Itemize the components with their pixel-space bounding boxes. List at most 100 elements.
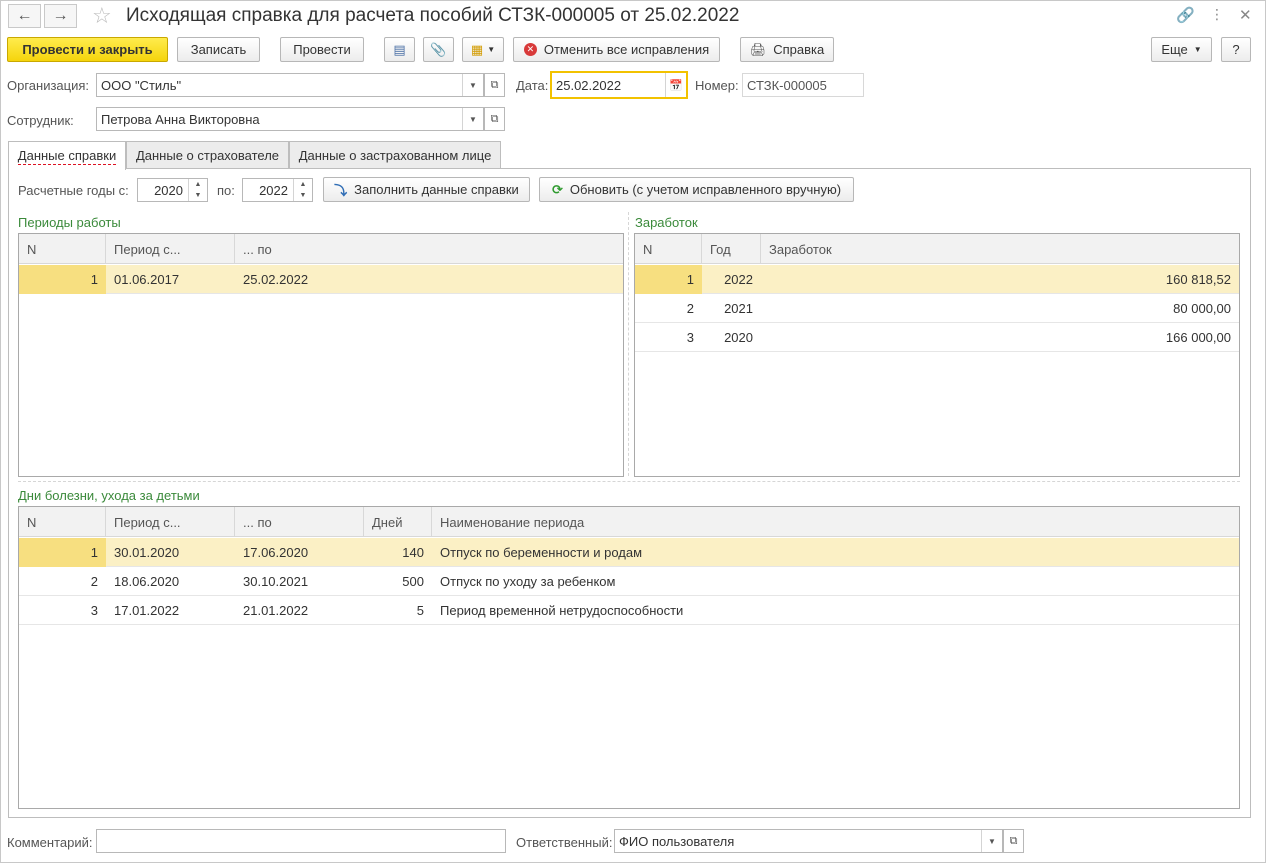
period-to: 25.02.2022 xyxy=(243,272,309,287)
post-button[interactable]: Провести xyxy=(280,37,364,62)
period-from: 01.06.2017 xyxy=(114,272,180,287)
fill-certificate-label: Заполнить данные справки xyxy=(354,182,519,197)
period-to: 21.01.2022 xyxy=(243,603,309,618)
spinner-arrows-icon[interactable]: ▲ ▼ xyxy=(188,179,207,201)
column-header[interactable]: Год xyxy=(702,234,761,264)
sick-days-table[interactable]: N Период с... ... по Дней Наименование п… xyxy=(18,506,1240,809)
open-window-icon: ⧉ xyxy=(490,112,499,125)
print-help-button[interactable]: 🖨 Справка xyxy=(740,37,834,62)
table-header: N Период с... ... по xyxy=(19,234,623,264)
period-name: Период временной нетрудоспособности xyxy=(440,603,684,618)
column-header[interactable]: Период с... xyxy=(106,507,235,537)
table-header: N Период с... ... по Дней Наименование п… xyxy=(19,507,1239,537)
save-button[interactable]: Записать xyxy=(177,37,260,62)
tab-insurer-data[interactable]: Данные о страхователе xyxy=(126,141,289,169)
document-list-button[interactable]: ▤ xyxy=(384,37,415,62)
fill-certificate-button[interactable]: ⤵ Заполнить данные справки xyxy=(323,177,530,202)
date-label: Дата: xyxy=(516,78,549,93)
employee-field[interactable]: Петрова Анна Викторовна ▼ xyxy=(96,107,484,131)
cancel-all-fixes-button[interactable]: ✕ Отменить все исправления xyxy=(513,37,720,62)
row-number: 2 xyxy=(90,574,98,589)
row-number: 3 xyxy=(686,330,694,345)
chevron-down-icon: ▼ xyxy=(1193,45,1202,54)
close-icon[interactable]: ✕ xyxy=(1239,6,1252,24)
earnings-title: Заработок xyxy=(635,215,698,230)
responsible-open-button[interactable]: ⧉ xyxy=(1003,829,1024,853)
calendar-icon[interactable]: 📅 xyxy=(665,73,686,97)
responsible-field[interactable]: ФИО пользователя ▼ xyxy=(614,829,1003,853)
table-row[interactable]: 2 2021 80 000,00 xyxy=(635,294,1239,323)
table-row[interactable]: 1 01.06.2017 25.02.2022 xyxy=(19,265,623,294)
amount-cell: 160 818,52 xyxy=(1165,272,1231,287)
period-name: Отпуск по уходу за ребенком xyxy=(440,574,616,589)
days-cell: 140 xyxy=(402,545,424,560)
earnings-table[interactable]: N Год Заработок 1 2022 160 818,52 2 2021… xyxy=(634,233,1240,477)
table-header: N Год Заработок xyxy=(635,234,1239,264)
open-window-icon: ⧉ xyxy=(1009,834,1018,847)
document-create-icon: ▦ xyxy=(470,41,484,57)
chevron-down-icon[interactable]: ▼ xyxy=(981,830,1002,852)
days-cell: 500 xyxy=(402,574,424,589)
table-row[interactable]: 1 30.01.2020 17.06.2020 140 Отпуск по бе… xyxy=(19,538,1239,567)
cancel-all-fixes-label: Отменить все исправления xyxy=(543,42,710,57)
tab-certificate-data[interactable]: Данные справки xyxy=(8,141,126,170)
arrow-left-icon: ← xyxy=(16,7,33,24)
fill-arrow-icon: ⤵ xyxy=(334,183,348,198)
tab-certificate-data-label: Данные справки xyxy=(17,147,117,165)
attach-button[interactable]: 📎 xyxy=(423,37,454,62)
responsible-label: Ответственный: xyxy=(516,835,613,850)
tab-insured-person-data[interactable]: Данные о застрахованном лице xyxy=(289,141,501,169)
column-header[interactable]: N xyxy=(19,507,106,537)
refresh-icon: ⟳ xyxy=(551,181,563,197)
cancel-circle-icon: ✕ xyxy=(523,43,537,56)
employee-value: Петрова Анна Викторовна xyxy=(101,111,260,127)
employee-label: Сотрудник: xyxy=(7,113,74,128)
forward-button[interactable]: → xyxy=(44,4,77,28)
row-number: 1 xyxy=(19,265,106,294)
post-and-close-button[interactable]: Провести и закрыть xyxy=(7,37,168,62)
organization-open-button[interactable]: ⧉ xyxy=(484,73,505,97)
comment-field[interactable] xyxy=(96,829,506,853)
more-vertical-icon[interactable]: ⋮ xyxy=(1210,6,1224,23)
responsible-value: ФИО пользователя xyxy=(619,833,735,849)
column-header[interactable]: Период с... xyxy=(106,234,235,264)
year-cell: 2020 xyxy=(724,330,753,345)
number-field[interactable]: СТЗК-000005 xyxy=(742,73,864,97)
column-header[interactable]: Дней xyxy=(364,507,432,537)
help-button[interactable]: ? xyxy=(1221,37,1251,62)
favorite-star-icon[interactable]: ☆ xyxy=(92,3,112,29)
table-row[interactable]: 3 17.01.2022 21.01.2022 5 Период временн… xyxy=(19,596,1239,625)
year-cell: 2022 xyxy=(724,272,753,287)
column-header[interactable]: ... по xyxy=(235,234,623,264)
column-header[interactable]: N xyxy=(635,234,702,264)
create-based-on-button[interactable]: ▦ ▼ xyxy=(462,37,504,62)
year-from-value: 2020 xyxy=(154,182,183,198)
date-field[interactable]: 25.02.2022 📅 xyxy=(550,71,688,99)
work-periods-table[interactable]: N Период с... ... по 1 01.06.2017 25.02.… xyxy=(18,233,624,477)
organization-field[interactable]: ООО "Стиль" ▼ xyxy=(96,73,484,97)
period-to: 17.06.2020 xyxy=(243,545,309,560)
column-header[interactable]: Заработок xyxy=(761,234,1239,264)
year-to-value: 2022 xyxy=(259,182,288,198)
year-from-spinner[interactable]: 2020 ▲ ▼ xyxy=(137,178,208,202)
employee-open-button[interactable]: ⧉ xyxy=(484,107,505,131)
table-row[interactable]: 1 2022 160 818,52 xyxy=(635,265,1239,294)
number-value: СТЗК-000005 xyxy=(747,77,827,93)
chevron-down-icon[interactable]: ▼ xyxy=(462,74,483,96)
table-row[interactable]: 2 18.06.2020 30.10.2021 500 Отпуск по ух… xyxy=(19,567,1239,596)
back-button[interactable]: ← xyxy=(8,4,41,28)
spinner-arrows-icon[interactable]: ▲ ▼ xyxy=(293,179,312,201)
year-to-spinner[interactable]: 2022 ▲ ▼ xyxy=(242,178,313,202)
link-icon[interactable]: 🔗 xyxy=(1176,6,1195,24)
more-button[interactable]: Еще ▼ xyxy=(1151,37,1212,62)
column-header[interactable]: ... по xyxy=(235,507,364,537)
chevron-down-icon[interactable]: ▼ xyxy=(462,108,483,130)
column-header[interactable]: N xyxy=(19,234,106,264)
refresh-button[interactable]: ⟳ Обновить (с учетом исправленного вручн… xyxy=(539,177,854,202)
window-title: Исходящая справка для расчета пособий СТ… xyxy=(126,5,740,26)
table-row[interactable]: 3 2020 166 000,00 xyxy=(635,323,1239,352)
arrow-right-icon: → xyxy=(52,7,69,24)
column-header[interactable]: Наименование периода xyxy=(432,507,1239,537)
year-cell: 2021 xyxy=(724,301,753,316)
amount-cell: 80 000,00 xyxy=(1173,301,1231,316)
